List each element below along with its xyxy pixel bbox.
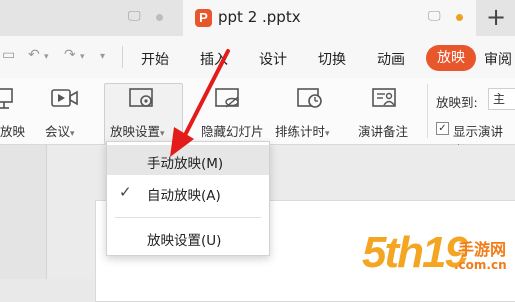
slideshow-settings-option[interactable]: 放映设置(U) xyxy=(107,222,269,252)
unsaved-dot xyxy=(456,14,463,21)
red-pointer-arrow-icon xyxy=(170,49,230,157)
rehearse-timing-icon[interactable] xyxy=(296,86,326,112)
rehearse-timing-label[interactable]: 排练计时▾ xyxy=(275,121,330,140)
redo-icon[interactable]: ↷ xyxy=(64,47,76,63)
auto-slideshow-label: 自动放映(A) xyxy=(147,188,221,204)
slideshow-settings-option-label: 放映设置(U) xyxy=(147,233,222,249)
menu-design[interactable]: 设计 xyxy=(259,49,287,69)
undo-icon[interactable]: ↶ xyxy=(28,47,40,63)
ppt-app-icon: P xyxy=(195,9,212,27)
monitor-icon[interactable]: 🖵 xyxy=(128,9,141,24)
meeting-icon[interactable] xyxy=(50,86,80,112)
more-icon[interactable]: ▾ xyxy=(100,51,105,62)
meeting-label[interactable]: 会议▾ xyxy=(45,121,75,140)
slide-thumbnail-panel[interactable] xyxy=(0,145,47,279)
ribbon-divider xyxy=(427,84,428,138)
watermark-cn-text: 手游网 xyxy=(458,240,507,259)
menu-transitions[interactable]: 切换 xyxy=(318,49,346,69)
menu-separator xyxy=(115,217,261,218)
menu-review[interactable]: 审阅 xyxy=(484,49,512,69)
slideshow-settings-icon[interactable] xyxy=(128,86,158,112)
watermark-domain: .com.cn xyxy=(454,258,507,272)
show-speaker-checkbox[interactable]: ✓ xyxy=(436,122,449,135)
check-icon: ✓ xyxy=(119,183,132,201)
speaker-notes-label[interactable]: 演讲备注 xyxy=(358,121,408,140)
watermark-logo: 5th19 手游网 .com.cn xyxy=(362,228,515,279)
slideshow-settings-label[interactable]: 放映设置▾ xyxy=(110,121,165,140)
new-tab-button[interactable]: + xyxy=(486,3,506,31)
auto-slideshow-option[interactable]: ✓ 自动放映(A) xyxy=(107,177,269,207)
chevron-down-icon[interactable]: ▾ xyxy=(44,52,49,62)
menu-slideshow[interactable]: 放映 xyxy=(426,45,476,71)
menu-divider xyxy=(122,46,123,68)
folder-icon[interactable]: ▭ xyxy=(2,47,15,63)
chevron-down-icon[interactable]: ▾ xyxy=(80,52,85,62)
document-title: ppt 2 .pptx xyxy=(218,8,301,26)
document-tab[interactable]: P ppt 2 .pptx 🖵 xyxy=(183,0,476,36)
from-start-icon[interactable] xyxy=(0,86,16,112)
from-start-label[interactable]: 放映 xyxy=(0,121,25,140)
menu-animations[interactable]: 动画 xyxy=(377,49,405,69)
watermark-brand: 5th19 xyxy=(362,228,469,277)
play-to-label: 放映到: xyxy=(436,95,478,110)
status-dot xyxy=(156,14,163,21)
speaker-notes-icon[interactable] xyxy=(371,86,401,112)
monitor-icon[interactable]: 🖵 xyxy=(428,9,441,24)
play-to-select[interactable]: 主 xyxy=(488,88,515,110)
